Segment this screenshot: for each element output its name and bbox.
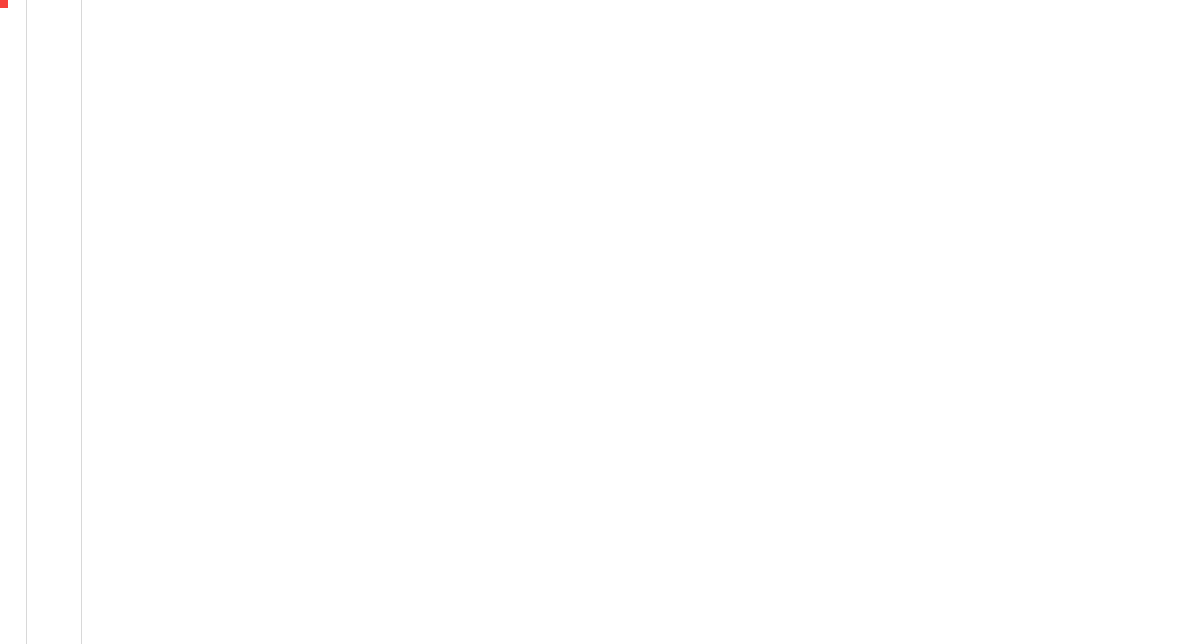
code-text-area[interactable] <box>0 0 1185 644</box>
code-editor[interactable] <box>0 0 1185 644</box>
